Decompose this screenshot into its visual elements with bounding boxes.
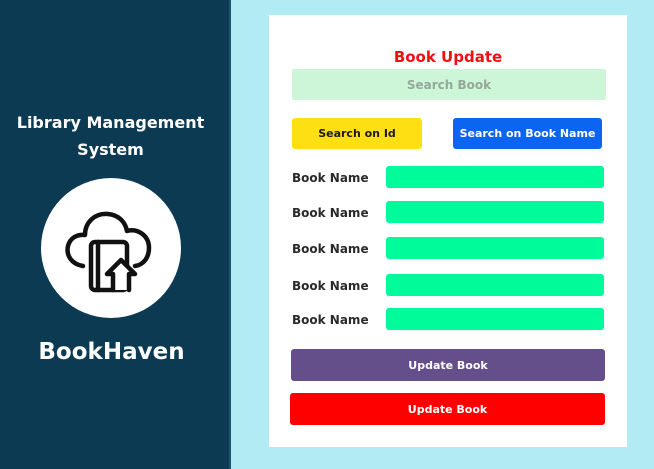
update-book-button[interactable]: Update Book: [291, 349, 605, 381]
book-name-field-3[interactable]: [386, 237, 604, 259]
app-title: Library Management System: [0, 109, 221, 163]
book-name-label-2: Book Name: [292, 206, 369, 220]
book-name-label-3: Book Name: [292, 242, 369, 256]
book-name-field-5[interactable]: [386, 308, 604, 330]
cloud-book-upload-icon: [65, 211, 152, 293]
brand-name: BookHaven: [38, 339, 185, 365]
book-name-label-5: Book Name: [292, 313, 369, 327]
sidebar: Library Management System BookHaven: [0, 0, 231, 469]
app-title-line-1: Library Management: [16, 113, 205, 132]
sidebar-divider: [229, 0, 231, 469]
book-name-field-1[interactable]: [386, 166, 604, 188]
book-name-field-2[interactable]: [386, 201, 604, 223]
form-title: Book Update: [393, 48, 503, 66]
search-book-input[interactable]: [292, 69, 606, 100]
book-name-field-4[interactable]: [386, 274, 604, 296]
book-update-form: Book Update Search on Id Search on Book …: [269, 15, 627, 447]
logo: [41, 178, 181, 318]
book-name-label-4: Book Name: [292, 279, 369, 293]
search-on-id-button[interactable]: Search on Id: [292, 118, 422, 149]
update-book-button-secondary[interactable]: Update Book: [290, 393, 605, 425]
book-name-label-1: Book Name: [292, 171, 369, 185]
search-on-book-name-button[interactable]: Search on Book Name: [453, 118, 602, 149]
app-title-line-2: System: [77, 140, 144, 159]
